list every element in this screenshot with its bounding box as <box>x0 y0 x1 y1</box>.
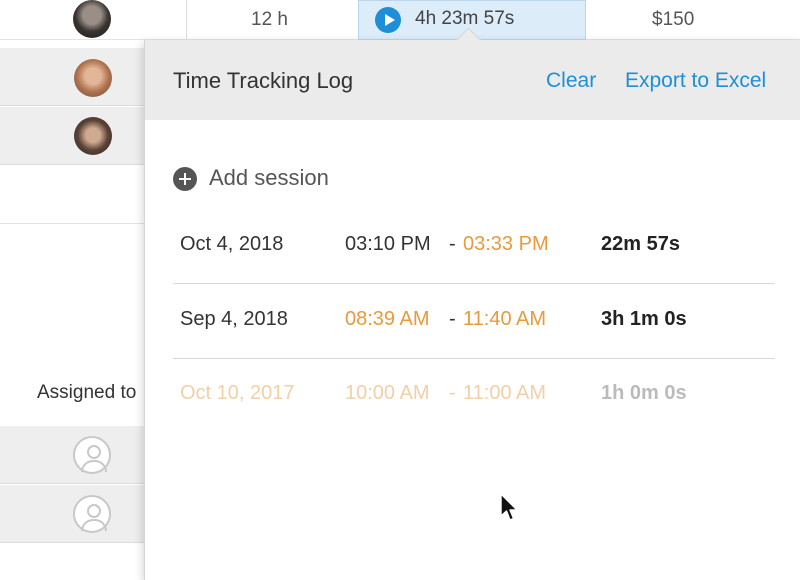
session-end[interactable]: 03:33 PM <box>463 233 549 256</box>
timer-value: 4h 23m 57s <box>415 8 515 29</box>
session-date: Sep 4, 2018 <box>180 308 288 330</box>
play-icon[interactable] <box>375 7 401 33</box>
session-end[interactable]: 11:00 AM <box>463 382 546 405</box>
session-duration: 1h 0m 0s <box>601 382 687 404</box>
avatar <box>74 59 112 97</box>
estimated-hours: 12 h <box>251 9 288 30</box>
session-end[interactable]: 11:40 AM <box>463 308 546 331</box>
popover-title: Time Tracking Log <box>173 68 354 93</box>
add-session-label: Add session <box>209 165 329 190</box>
user-icon[interactable] <box>73 436 111 474</box>
arrow-cursor-icon <box>500 493 518 521</box>
row-divider <box>173 283 775 284</box>
export-to-excel-button[interactable]: Export to Excel <box>625 69 766 93</box>
session-start[interactable]: 10:00 AM <box>345 382 430 405</box>
session-row[interactable]: Sep 4, 2018 08:39 AM - 11:40 AM 3h 1m 0s <box>173 285 775 359</box>
time-separator: - <box>449 382 456 404</box>
session-duration: 22m 57s <box>601 233 680 255</box>
time-separator: - <box>449 308 456 330</box>
session-row[interactable]: Oct 10, 2017 10:00 AM - 11:00 AM 1h 0m 0… <box>173 359 775 433</box>
table-row[interactable]: 12 h 4h 23m 57s $150 <box>0 0 800 40</box>
user-icon[interactable] <box>73 495 111 533</box>
time-separator: - <box>449 233 456 255</box>
cost-value: $150 <box>652 9 695 30</box>
popover-header: Time Tracking Log Clear Export to Excel <box>145 40 800 120</box>
plus-circle-icon <box>173 167 197 191</box>
session-date: Oct 4, 2018 <box>180 233 284 255</box>
session-start[interactable]: 08:39 AM <box>345 308 430 331</box>
time-tracking-popover: Time Tracking Log Clear Export to Excel … <box>144 27 800 580</box>
session-start[interactable]: 03:10 PM <box>345 233 431 256</box>
column-divider <box>186 0 187 40</box>
session-date: Oct 10, 2017 <box>180 382 295 404</box>
session-row[interactable]: Oct 4, 2018 03:10 PM - 03:33 PM 22m 57s <box>173 210 775 284</box>
avatar <box>73 0 111 38</box>
assigned-to-label: Assigned to <box>37 382 137 403</box>
clear-button[interactable]: Clear <box>546 69 596 93</box>
avatar <box>74 117 112 155</box>
session-duration: 3h 1m 0s <box>601 308 687 330</box>
